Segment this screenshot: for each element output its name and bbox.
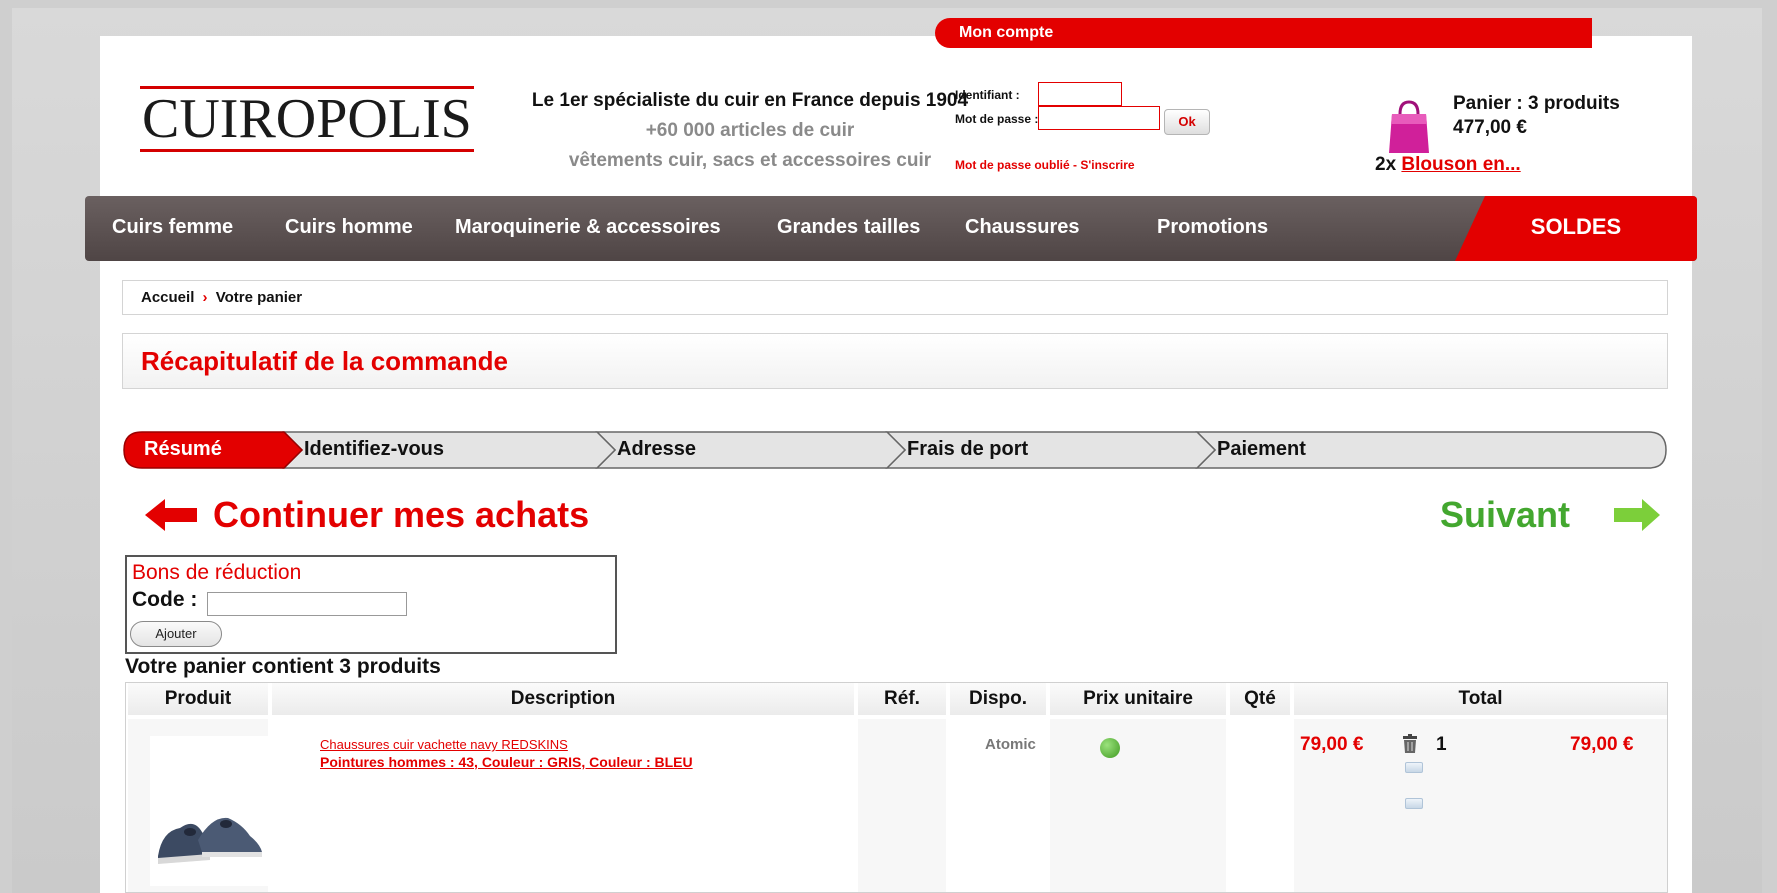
shopping-bag-icon[interactable] — [1388, 98, 1430, 154]
continue-shopping-button[interactable]: Continuer mes achats — [145, 490, 589, 540]
nav-promotions[interactable]: Promotions — [1157, 196, 1268, 261]
arrow-right-icon — [1614, 499, 1660, 531]
account-title: Mon compte — [935, 18, 1592, 48]
breadcrumb: Accueil › Votre panier — [122, 280, 1668, 315]
col-header-produit: Produit — [128, 683, 268, 715]
cart-table: Produit Description Réf. Dispo. Prix uni… — [125, 682, 1668, 893]
mini-cart-item-link[interactable]: Blouson en... — [1401, 154, 1520, 175]
continue-shopping-label: Continuer mes achats — [213, 494, 590, 535]
col-header-dispo: Dispo. — [950, 683, 1046, 715]
line-total: 79,00 € — [1570, 734, 1634, 755]
col-header-total: Total — [1294, 683, 1667, 715]
mini-cart-summary[interactable]: Panier : 3 produits 477,00 € — [1453, 92, 1620, 140]
product-options-link[interactable]: Pointures hommes : 43, Couleur : GRIS, C… — [320, 754, 693, 771]
password-label: Mot de passe : — [955, 112, 1039, 126]
nav-chaussures[interactable]: Chaussures — [965, 196, 1080, 261]
nav-soldes[interactable]: SOLDES — [1455, 196, 1697, 261]
next-button[interactable]: Suivant — [1440, 490, 1660, 540]
step-adresse[interactable]: Adresse — [617, 430, 696, 470]
quantity-decrease-icon[interactable] — [1405, 798, 1423, 809]
checkout-steps: Résumé Identifiez-vous Adresse Frais de … — [122, 430, 1668, 470]
unit-price: 79,00 € — [1300, 734, 1364, 755]
cell-qte — [1230, 719, 1290, 892]
product-name-link[interactable]: Chaussures cuir vachette navy REDSKINS — [320, 736, 568, 753]
breadcrumb-current: Votre panier — [215, 289, 303, 306]
tagline-sub2: vêtements cuir, sacs et accessoires cuir — [568, 150, 932, 171]
account-links-separator: - — [1073, 158, 1078, 172]
login-ok-button[interactable]: Ok — [1164, 109, 1210, 135]
next-label: Suivant — [1440, 494, 1571, 535]
product-image[interactable] — [150, 736, 270, 886]
mini-cart-title: Panier : 3 produits — [1453, 93, 1620, 114]
mini-cart-item-qty: 2x — [1375, 154, 1397, 175]
coupon-add-button[interactable]: Ajouter — [130, 621, 222, 647]
page-title: Récapitulatif de la commande — [122, 333, 1668, 389]
step-identifiez-vous[interactable]: Identifiez-vous — [304, 430, 444, 470]
cell-prix — [1050, 719, 1226, 892]
nav-cuirs-homme[interactable]: Cuirs homme — [285, 196, 413, 261]
nav-maroquinerie[interactable]: Maroquinerie & accessoires — [455, 196, 721, 261]
login-label: Identifiant : — [955, 88, 1020, 102]
quantity-increase-icon[interactable] — [1405, 762, 1423, 773]
product-ref: Atomic — [985, 736, 1036, 753]
site-logo[interactable]: CUIROPOLIS — [140, 86, 474, 152]
tagline-main: Le 1er spécialiste du cuir en France dep… — [531, 90, 969, 111]
step-frais-de-port[interactable]: Frais de port — [907, 430, 1028, 470]
cell-ref — [858, 719, 946, 892]
step-resume[interactable]: Résumé — [144, 430, 222, 470]
col-header-ref: Réf. — [858, 683, 946, 715]
coupon-title: Bons de réduction — [132, 561, 302, 584]
cart-count-text: Votre panier contient 3 produits — [125, 655, 441, 678]
col-header-prix-unitaire: Prix unitaire — [1050, 683, 1226, 715]
account-links: Mot de passe oublié - S'inscrire — [955, 158, 1135, 172]
login-input[interactable] — [1038, 82, 1122, 106]
col-header-qte: Qté — [1230, 683, 1290, 715]
breadcrumb-separator-icon: › — [202, 289, 208, 306]
password-input[interactable] — [1038, 106, 1160, 130]
breadcrumb-home[interactable]: Accueil — [141, 289, 194, 306]
coupon-box: Bons de réduction Code : Ajouter — [125, 555, 617, 654]
trash-icon[interactable] — [1402, 734, 1418, 754]
forgot-password-link[interactable]: Mot de passe oublié — [955, 158, 1070, 172]
col-header-description: Description — [272, 683, 854, 715]
register-link[interactable]: S'inscrire — [1080, 158, 1134, 172]
tagline-sub1: +60 000 articles de cuir — [645, 120, 855, 141]
mini-cart-item: 2x Blouson en... — [1375, 154, 1521, 176]
coupon-code-input[interactable] — [207, 592, 407, 616]
step-paiement[interactable]: Paiement — [1217, 430, 1306, 470]
tagline: Le 1er spécialiste du cuir en France dep… — [490, 86, 1010, 176]
nav-cuirs-femme[interactable]: Cuirs femme — [112, 196, 233, 261]
availability-dot-icon — [1100, 738, 1120, 758]
mini-cart-total: 477,00 € — [1453, 117, 1527, 138]
main-nav: Cuirs femme Cuirs homme Maroquinerie & a… — [85, 196, 1697, 261]
arrow-left-icon — [145, 499, 197, 531]
quantity-value: 1 — [1436, 734, 1447, 755]
nav-grandes-tailles[interactable]: Grandes tailles — [777, 196, 920, 261]
